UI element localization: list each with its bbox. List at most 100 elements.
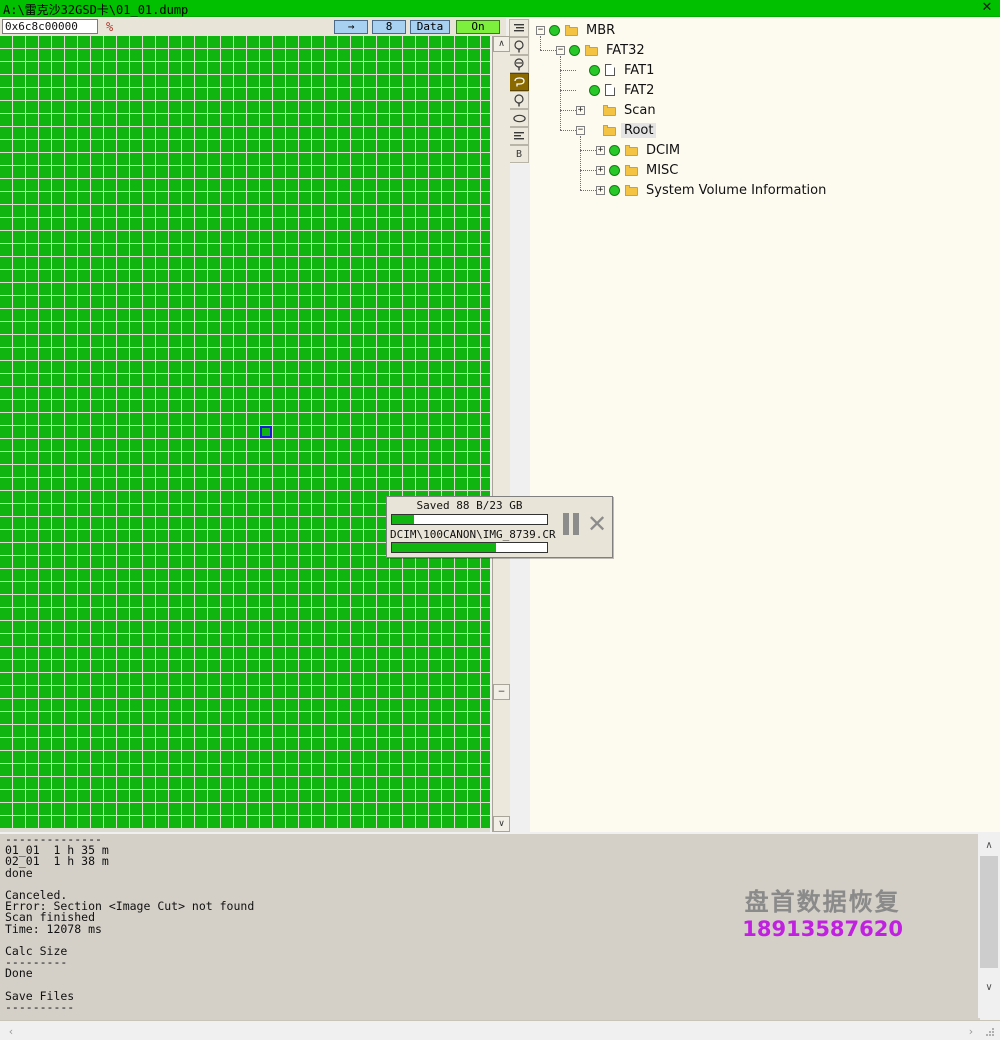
cluster-cell[interactable] — [208, 49, 220, 61]
cluster-cell[interactable] — [416, 309, 428, 321]
cluster-cell[interactable] — [286, 205, 298, 217]
cluster-map-scrollbar[interactable]: ∧ − ∨ — [492, 36, 510, 832]
cluster-cell[interactable] — [429, 335, 441, 347]
cluster-cell[interactable] — [260, 478, 272, 490]
cluster-cell[interactable] — [78, 478, 90, 490]
cluster-cell[interactable] — [247, 504, 259, 516]
cluster-cell[interactable] — [416, 452, 428, 464]
cluster-cell[interactable] — [442, 439, 454, 451]
cluster-cell[interactable] — [286, 374, 298, 386]
cluster-cell[interactable] — [0, 88, 12, 100]
cluster-cell[interactable] — [260, 140, 272, 152]
cluster-cell[interactable] — [429, 166, 441, 178]
cluster-cell[interactable] — [234, 465, 246, 477]
cluster-cell[interactable] — [273, 205, 285, 217]
cluster-cell[interactable] — [91, 608, 103, 620]
cluster-cell[interactable] — [325, 101, 337, 113]
cluster-cell[interactable] — [78, 62, 90, 74]
cluster-cell[interactable] — [338, 179, 350, 191]
cluster-cell[interactable] — [130, 296, 142, 308]
cluster-cell[interactable] — [260, 556, 272, 568]
cluster-cell[interactable] — [91, 764, 103, 776]
cluster-cell[interactable] — [455, 816, 467, 828]
cluster-cell[interactable] — [0, 608, 12, 620]
cluster-cell[interactable] — [156, 36, 168, 48]
cluster-cell[interactable] — [377, 686, 389, 698]
cluster-cell[interactable] — [364, 465, 376, 477]
cluster-cell[interactable] — [104, 556, 116, 568]
cluster-cell[interactable] — [351, 439, 363, 451]
cluster-cell[interactable] — [234, 153, 246, 165]
cluster-cell[interactable] — [117, 49, 129, 61]
cluster-cell[interactable] — [260, 816, 272, 828]
cluster-cell[interactable] — [130, 127, 142, 139]
cluster-cell[interactable] — [351, 478, 363, 490]
cluster-cell[interactable] — [65, 816, 77, 828]
cluster-cell[interactable] — [13, 465, 25, 477]
cluster-cell[interactable] — [195, 725, 207, 737]
cluster-cell[interactable] — [455, 309, 467, 321]
cluster-cell[interactable] — [299, 335, 311, 347]
cluster-cell[interactable] — [130, 413, 142, 425]
cluster-cell[interactable] — [247, 582, 259, 594]
cluster-cell[interactable] — [338, 543, 350, 555]
cluster-cell[interactable] — [286, 439, 298, 451]
cluster-cell[interactable] — [299, 374, 311, 386]
cluster-cell[interactable] — [390, 712, 402, 724]
cluster-cell[interactable] — [429, 790, 441, 802]
cluster-cell[interactable] — [91, 517, 103, 529]
cluster-cell[interactable] — [299, 387, 311, 399]
cluster-cell[interactable] — [312, 166, 324, 178]
cluster-cell[interactable] — [39, 569, 51, 581]
cluster-cell[interactable] — [286, 725, 298, 737]
cluster-cell[interactable] — [403, 309, 415, 321]
cluster-cell[interactable] — [247, 686, 259, 698]
cluster-cell[interactable] — [13, 439, 25, 451]
cluster-cell[interactable] — [364, 387, 376, 399]
cluster-cell[interactable] — [234, 569, 246, 581]
cluster-cell[interactable] — [377, 582, 389, 594]
cluster-cell[interactable] — [117, 192, 129, 204]
cluster-cell[interactable] — [78, 75, 90, 87]
cluster-cell[interactable] — [221, 62, 233, 74]
cluster-cell[interactable] — [273, 36, 285, 48]
cluster-cell[interactable] — [273, 452, 285, 464]
cluster-cell[interactable] — [260, 400, 272, 412]
cluster-cell[interactable] — [78, 296, 90, 308]
cluster-cell[interactable] — [117, 335, 129, 347]
cluster-cell[interactable] — [481, 777, 490, 789]
cancel-close-icon[interactable]: ✕ — [586, 512, 608, 536]
cluster-cell[interactable] — [299, 179, 311, 191]
cluster-cell[interactable] — [325, 764, 337, 776]
cluster-cell[interactable] — [130, 803, 142, 815]
cluster-cell[interactable] — [156, 816, 168, 828]
cluster-cell[interactable] — [208, 88, 220, 100]
cluster-cell[interactable] — [130, 348, 142, 360]
cluster-cell[interactable] — [91, 192, 103, 204]
cluster-cell[interactable] — [91, 153, 103, 165]
cluster-cell[interactable] — [247, 426, 259, 438]
cluster-cell[interactable] — [169, 582, 181, 594]
cluster-cell[interactable] — [104, 478, 116, 490]
cluster-cell[interactable] — [273, 530, 285, 542]
cluster-cell[interactable] — [234, 387, 246, 399]
cluster-cell[interactable] — [377, 296, 389, 308]
cluster-cell[interactable] — [325, 738, 337, 750]
cluster-cell[interactable] — [0, 530, 12, 542]
cluster-cell[interactable] — [364, 608, 376, 620]
cluster-cell[interactable] — [273, 439, 285, 451]
cluster-cell[interactable] — [182, 88, 194, 100]
cluster-cell[interactable] — [455, 179, 467, 191]
cluster-cell[interactable] — [468, 192, 480, 204]
cluster-cell[interactable] — [455, 673, 467, 685]
cluster-cell[interactable] — [429, 764, 441, 776]
cluster-cell[interactable] — [39, 374, 51, 386]
cluster-cell[interactable] — [260, 504, 272, 516]
cluster-cell[interactable] — [26, 309, 38, 321]
cluster-cell[interactable] — [338, 309, 350, 321]
cluster-cell[interactable] — [390, 192, 402, 204]
cluster-cell[interactable] — [351, 205, 363, 217]
cluster-cell[interactable] — [221, 478, 233, 490]
cluster-cell[interactable] — [104, 725, 116, 737]
cluster-cell[interactable] — [26, 153, 38, 165]
